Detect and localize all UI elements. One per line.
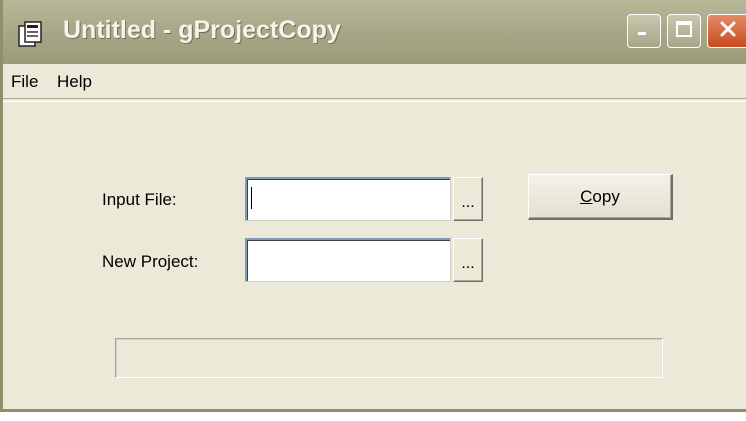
window-title: Untitled - gProjectCopy [63, 16, 341, 44]
menu-help[interactable]: Help [57, 72, 92, 92]
copy-button-mnemonic: C [580, 186, 593, 206]
close-icon [718, 19, 738, 44]
menu-bar: File Help [3, 64, 746, 98]
app-window: Untitled - gProjectCopy File Help Input … [0, 0, 746, 412]
input-file-field[interactable] [245, 177, 451, 221]
new-project-field[interactable] [245, 238, 451, 282]
maximize-icon [675, 20, 693, 43]
title-bar[interactable]: Untitled - gProjectCopy [3, 0, 746, 64]
input-file-label: Input File: [102, 190, 177, 209]
input-file-browse-button[interactable]: ... [453, 177, 483, 221]
progress-bar [115, 338, 663, 378]
text-caret [251, 187, 252, 209]
app-icon[interactable] [17, 20, 45, 48]
copy-button-label: opy [592, 186, 620, 206]
menu-file[interactable]: File [11, 72, 38, 92]
copy-button[interactable]: Copy [528, 174, 673, 220]
minimize-icon [636, 21, 652, 42]
menu-separator [3, 98, 746, 102]
close-button[interactable] [707, 14, 746, 48]
new-project-browse-button[interactable]: ... [453, 238, 483, 282]
minimize-button[interactable] [627, 14, 661, 48]
new-project-label: New Project: [102, 252, 199, 271]
maximize-button[interactable] [667, 14, 701, 48]
